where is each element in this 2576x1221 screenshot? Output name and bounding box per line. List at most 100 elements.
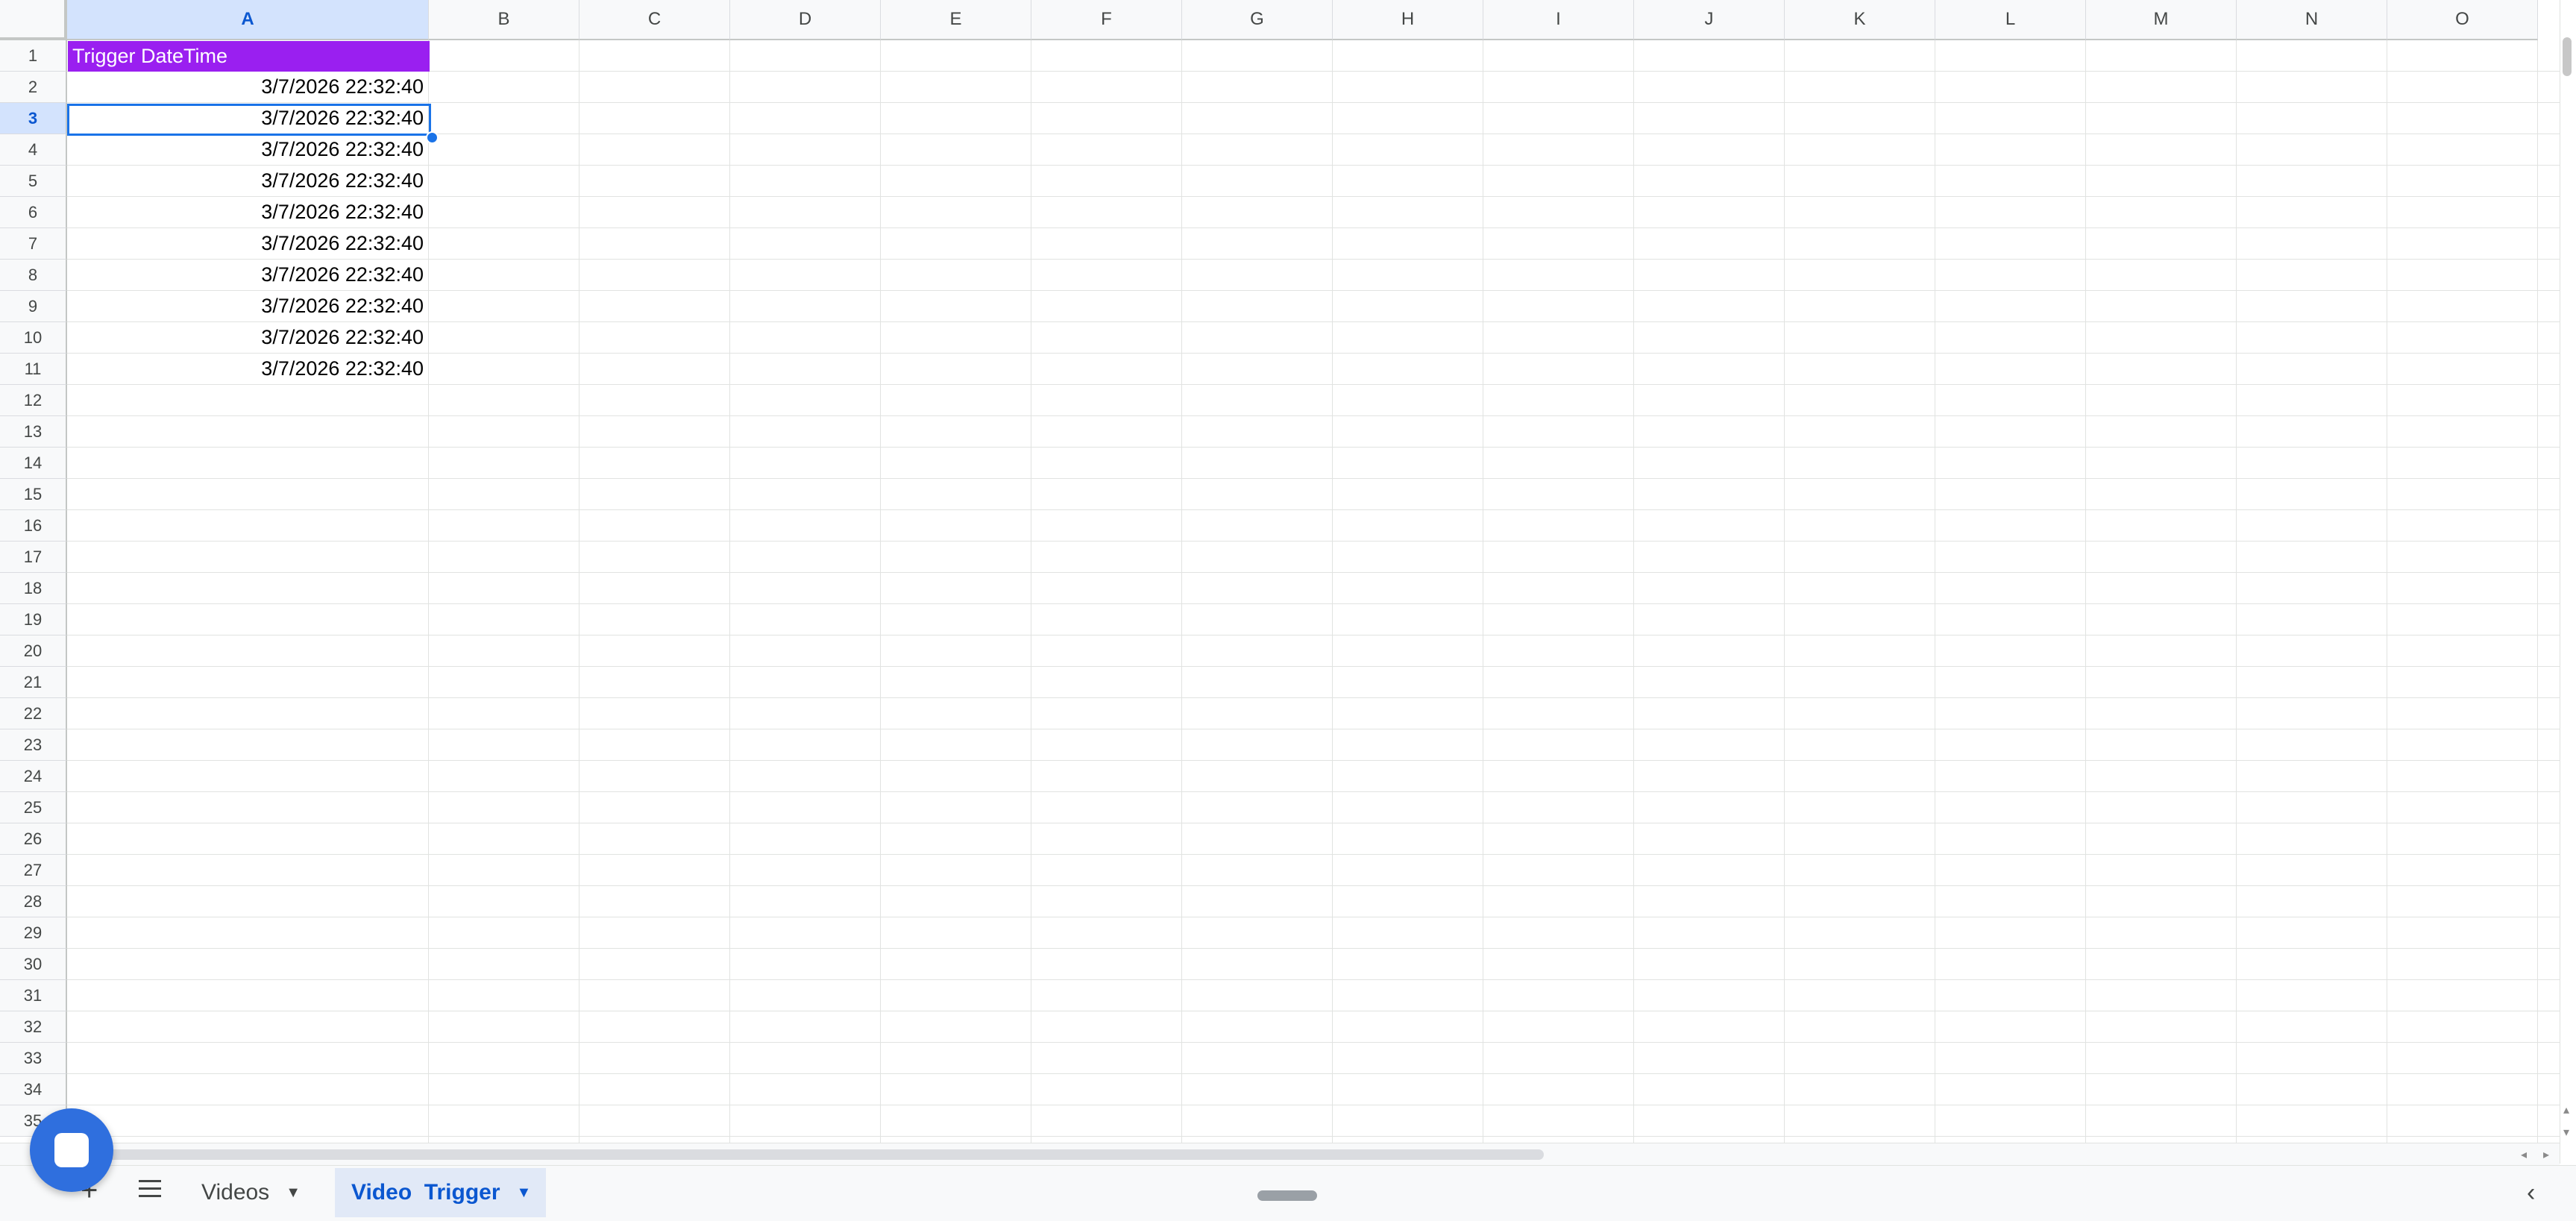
row-header-7[interactable]: 7 [0, 228, 67, 260]
row-header-31[interactable]: 31 [0, 980, 67, 1011]
row-header-33[interactable]: 33 [0, 1043, 67, 1074]
column-header-j[interactable]: J [1634, 0, 1785, 40]
row-header-23[interactable]: 23 [0, 729, 67, 761]
chevron-down-icon[interactable]: ▼ [286, 1184, 301, 1202]
grid-hline [67, 697, 2560, 698]
grid-hline [67, 1042, 2560, 1043]
grid-hline [67, 259, 2560, 260]
sheet-tab-video-trigger[interactable]: Video Trigger ▼ [335, 1168, 546, 1217]
row-header-17[interactable]: 17 [0, 542, 67, 573]
sheet-tab-label: Videos [201, 1180, 270, 1205]
column-header-o[interactable]: O [2387, 0, 2538, 40]
cell-a10[interactable]: 3/7/2026 22:32:40 [68, 322, 430, 353]
column-header-c[interactable]: C [579, 0, 730, 40]
row-header-9[interactable]: 9 [0, 291, 67, 322]
column-header-d[interactable]: D [730, 0, 881, 40]
spreadsheet-grid[interactable]: ABCDEFGHIJKLMNO 1 2 3 4 5 6 7 8 9 10 11 12 13 14 15 16 1… [0, 0, 2560, 1143]
column-header-e[interactable]: E [881, 0, 1031, 40]
row-header-14[interactable]: 14 [0, 448, 67, 479]
grid-hline [67, 572, 2560, 573]
row-header-32[interactable]: 32 [0, 1011, 67, 1043]
row-header-16[interactable]: 16 [0, 510, 67, 542]
column-header-l[interactable]: L [1935, 0, 2086, 40]
cell-a4[interactable]: 3/7/2026 22:32:40 [68, 134, 430, 165]
row-header-12[interactable]: 12 [0, 385, 67, 416]
column-header-i[interactable]: I [1483, 0, 1634, 40]
grid-hline [67, 1073, 2560, 1074]
row-header-5[interactable]: 5 [0, 166, 67, 197]
scroll-left-arrow-icon[interactable]: ◂ [2521, 1147, 2527, 1162]
row-header-24[interactable]: 24 [0, 761, 67, 792]
row-header-18[interactable]: 18 [0, 573, 67, 604]
column-header-b[interactable]: B [429, 0, 579, 40]
grid-hline [67, 948, 2560, 949]
stop-icon [54, 1133, 89, 1167]
row-header-11[interactable]: 11 [0, 354, 67, 385]
row-header-29[interactable]: 29 [0, 917, 67, 949]
row-header-4[interactable]: 4 [0, 134, 67, 166]
cell-a5[interactable]: 3/7/2026 22:32:40 [68, 166, 430, 196]
select-all-corner[interactable] [0, 0, 67, 40]
cell-a9[interactable]: 3/7/2026 22:32:40 [68, 291, 430, 321]
column-header-k[interactable]: K [1785, 0, 1935, 40]
cell-a8[interactable]: 3/7/2026 22:32:40 [68, 260, 430, 290]
grid-vline [2236, 40, 2237, 1143]
grid-hline [67, 227, 2560, 228]
column-header-n[interactable]: N [2237, 0, 2387, 40]
cell-a6[interactable]: 3/7/2026 22:32:40 [68, 197, 430, 227]
column-header-m[interactable]: M [2086, 0, 2237, 40]
row-header-2[interactable]: 2 [0, 72, 67, 103]
scroll-up-arrow-icon[interactable]: ▴ [2563, 1102, 2569, 1117]
chevron-left-icon[interactable]: ‹ [2527, 1178, 2535, 1208]
cell-a1[interactable]: Trigger DateTime [68, 41, 430, 72]
row-header-25[interactable]: 25 [0, 792, 67, 823]
row-header-34[interactable]: 34 [0, 1074, 67, 1105]
row-header-26[interactable]: 26 [0, 823, 67, 855]
horizontal-scroll-thumb[interactable] [78, 1149, 1544, 1160]
row-header-10[interactable]: 10 [0, 322, 67, 354]
grid-hline [67, 290, 2560, 291]
row-header-19[interactable]: 19 [0, 604, 67, 635]
column-header-a[interactable]: A [67, 0, 429, 40]
grid-hline [67, 384, 2560, 385]
chevron-down-icon[interactable]: ▼ [517, 1184, 532, 1202]
cell-a2[interactable]: 3/7/2026 22:32:40 [68, 72, 430, 102]
row-header-21[interactable]: 21 [0, 667, 67, 698]
scroll-right-arrow-icon[interactable]: ▸ [2543, 1147, 2549, 1162]
row-header-6[interactable]: 6 [0, 197, 67, 228]
scroll-down-arrow-icon[interactable]: ▾ [2563, 1125, 2569, 1140]
grid-hline [67, 541, 2560, 542]
sheet-tab-videos[interactable]: Videos ▼ [201, 1168, 313, 1217]
grid-hline [67, 415, 2560, 416]
cell-a11[interactable]: 3/7/2026 22:32:40 [68, 354, 430, 384]
grid-hline [67, 165, 2560, 166]
grid-vline [1332, 40, 1333, 1143]
row-header-30[interactable]: 30 [0, 949, 67, 980]
grid-hline [67, 603, 2560, 604]
grid-hline [67, 478, 2560, 479]
row-header-8[interactable]: 8 [0, 260, 67, 291]
row-header-22[interactable]: 22 [0, 698, 67, 729]
row-header-13[interactable]: 13 [0, 416, 67, 448]
stop-button[interactable] [30, 1108, 113, 1192]
drag-handle[interactable] [1257, 1190, 1317, 1201]
row-header-3[interactable]: 3 [0, 103, 67, 134]
menu-icon[interactable] [139, 1180, 161, 1202]
row-header-27[interactable]: 27 [0, 855, 67, 886]
vertical-scrollbar[interactable] [2560, 0, 2576, 1164]
row-header-15[interactable]: 15 [0, 479, 67, 510]
grid-vline [1181, 40, 1182, 1143]
cell-a7[interactable]: 3/7/2026 22:32:40 [68, 228, 430, 259]
column-header-h[interactable]: H [1333, 0, 1483, 40]
vertical-scroll-thumb[interactable] [2563, 37, 2572, 76]
grid-hline [67, 321, 2560, 322]
fill-handle[interactable] [426, 131, 439, 144]
row-header-28[interactable]: 28 [0, 886, 67, 917]
row-header-1[interactable]: 1 [0, 40, 67, 72]
row-header-20[interactable]: 20 [0, 635, 67, 667]
grid-hline [67, 979, 2560, 980]
grid-hline [67, 353, 2560, 354]
column-header-g[interactable]: G [1182, 0, 1333, 40]
column-header-f[interactable]: F [1031, 0, 1182, 40]
grid-hline [67, 102, 2560, 103]
